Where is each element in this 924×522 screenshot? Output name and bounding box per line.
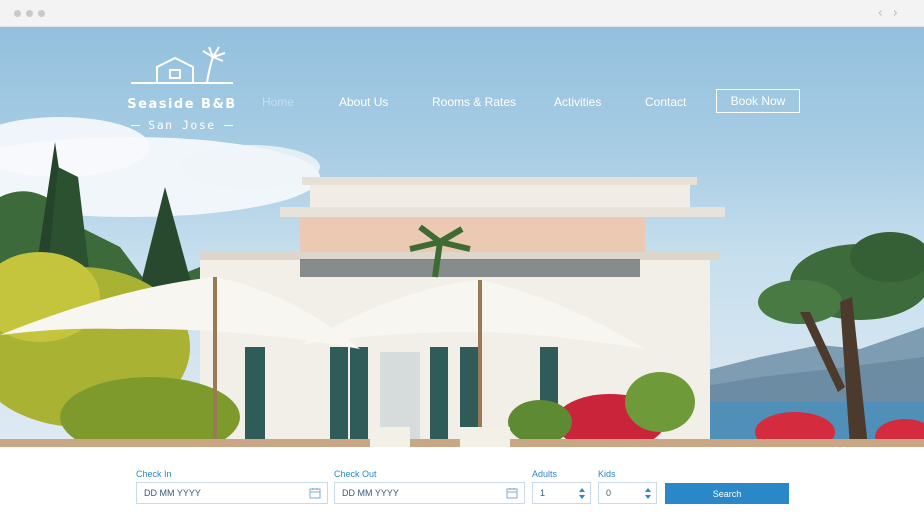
window-dot[interactable]	[14, 10, 21, 17]
adults-stepper[interactable]: 1	[532, 482, 591, 504]
nav-item-home[interactable]: Home	[262, 95, 294, 109]
forward-arrow-icon[interactable]: ›	[893, 6, 898, 21]
window-dot[interactable]	[38, 10, 45, 17]
nav-item-about-us[interactable]: About Us	[339, 95, 388, 109]
window-dot[interactable]	[26, 10, 33, 17]
nav-item-contact[interactable]: Contact	[645, 95, 686, 109]
divider	[131, 124, 141, 126]
check-in-field[interactable]: DD MM YYYY	[136, 482, 328, 504]
check-out-placeholder: DD MM YYYY	[342, 488, 399, 498]
book-now-button[interactable]: Book Now	[716, 89, 800, 113]
check-out-label: Check Out	[334, 469, 377, 479]
adults-label: Adults	[532, 469, 558, 479]
check-in-placeholder: DD MM YYYY	[144, 488, 201, 498]
main-nav: Home About Us Rooms & Rates Activities C…	[0, 89, 924, 115]
calendar-icon[interactable]	[506, 487, 518, 499]
browser-nav: ‹ ›	[878, 6, 898, 21]
kids-stepper[interactable]: 0	[598, 482, 657, 504]
stepper-arrows-icon[interactable]	[644, 486, 652, 501]
adults-value: 1	[540, 488, 546, 498]
nav-item-activities[interactable]: Activities	[554, 95, 601, 109]
divider	[223, 124, 233, 126]
booking-form: Check In DD MM YYYY Check Out DD MM YYYY…	[0, 447, 924, 522]
search-button[interactable]: Search	[665, 483, 789, 504]
house-and-palm-icon	[131, 46, 233, 84]
brand-location: San Jose	[148, 118, 216, 132]
kids-label: Kids	[598, 469, 616, 479]
back-arrow-icon[interactable]: ‹	[878, 6, 883, 21]
window-controls	[14, 10, 45, 17]
calendar-icon[interactable]	[309, 487, 321, 499]
brand-location-row: San Jose	[122, 118, 242, 132]
stepper-arrows-icon[interactable]	[578, 486, 586, 501]
check-in-label: Check In	[136, 469, 172, 479]
kids-value: 0	[606, 488, 612, 498]
hero: Seaside B&B San Jose Home About Us Rooms…	[0, 27, 924, 447]
nav-item-rooms-rates[interactable]: Rooms & Rates	[432, 95, 516, 109]
check-out-field[interactable]: DD MM YYYY	[334, 482, 525, 504]
browser-chrome: ‹ ›	[0, 0, 924, 27]
